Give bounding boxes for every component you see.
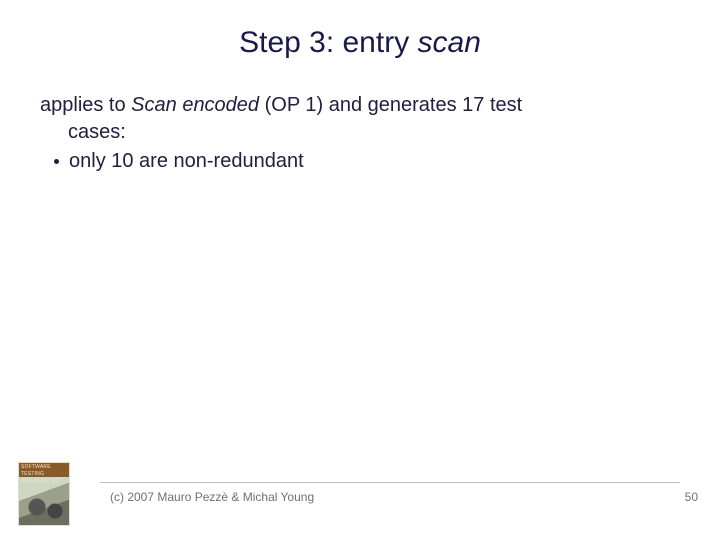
body-text-italic: Scan encoded: [131, 94, 264, 116]
footer: (c) 2007 Mauro Pezzè & Michal Young 50: [0, 480, 720, 520]
body-paragraph: applies to Scan encoded (OP 1) and gener…: [40, 92, 680, 146]
book-thumbnail-title: SOFTWARE TESTING AND ANALYSIS: [19, 463, 69, 477]
copyright-text: (c) 2007 Mauro Pezzè & Michal Young: [110, 490, 314, 504]
body-text-a: applies to: [40, 94, 131, 116]
title-prefix: Step 3: entry: [239, 26, 417, 59]
body-text-c: cases:: [40, 119, 680, 146]
bullet-text: only 10 are non-redundant: [69, 148, 304, 175]
slide-title: Step 3: entry scan: [40, 26, 680, 60]
bullet-dot-icon: [54, 159, 59, 164]
thumb-line1: SOFTWARE TESTING: [21, 464, 51, 477]
title-italic: scan: [418, 26, 481, 59]
slide-body: applies to Scan encoded (OP 1) and gener…: [40, 92, 680, 175]
footer-divider: [100, 482, 680, 483]
page-number: 50: [685, 490, 698, 504]
body-text-b: (OP 1) and generates 17 test: [265, 94, 523, 116]
bullet-item: only 10 are non-redundant: [40, 148, 680, 175]
slide: Step 3: entry scan applies to Scan encod…: [0, 0, 720, 540]
